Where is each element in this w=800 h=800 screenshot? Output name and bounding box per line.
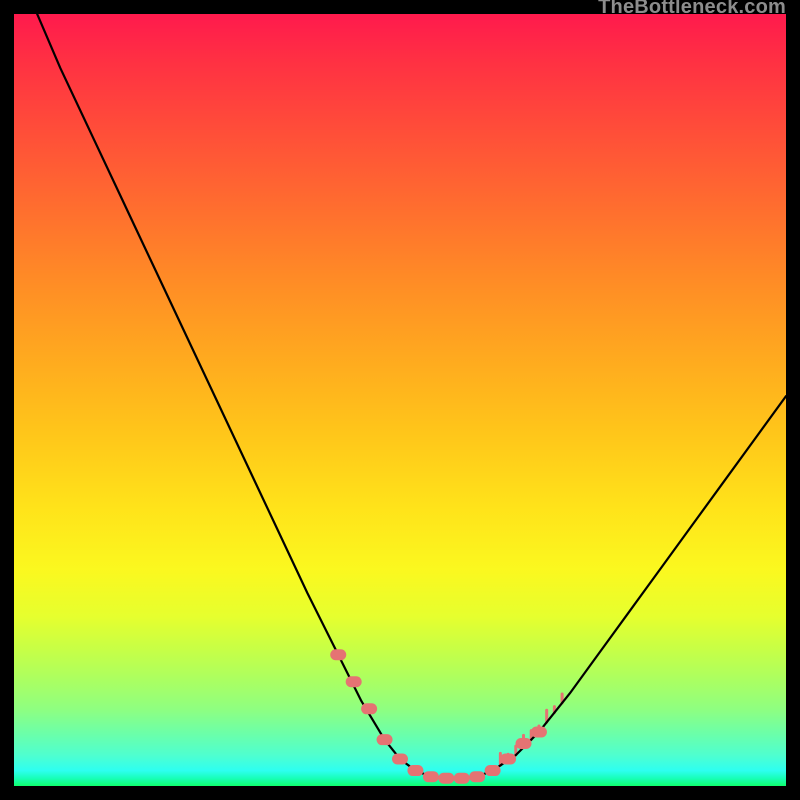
watermark-text: TheBottleneck.com bbox=[598, 0, 786, 14]
highlight-dot bbox=[423, 771, 439, 782]
highlight-dot bbox=[346, 676, 362, 687]
highlight-markers bbox=[330, 649, 547, 784]
plot-area bbox=[14, 14, 786, 786]
highlight-dot bbox=[516, 738, 532, 749]
highlight-dot bbox=[531, 726, 547, 737]
highlight-dot bbox=[469, 771, 485, 782]
highlight-dot bbox=[392, 753, 408, 764]
chart-frame: TheBottleneck.com bbox=[14, 14, 786, 786]
highlight-dot bbox=[330, 649, 346, 660]
highlight-dot bbox=[361, 703, 377, 714]
bottleneck-curve bbox=[37, 14, 786, 778]
highlight-dot bbox=[454, 773, 470, 784]
highlight-dot bbox=[438, 773, 454, 784]
highlight-dot bbox=[407, 765, 423, 776]
highlight-dot bbox=[485, 765, 501, 776]
highlight-dot bbox=[377, 734, 393, 745]
chart-svg bbox=[14, 14, 786, 786]
highlight-dot bbox=[500, 753, 516, 764]
